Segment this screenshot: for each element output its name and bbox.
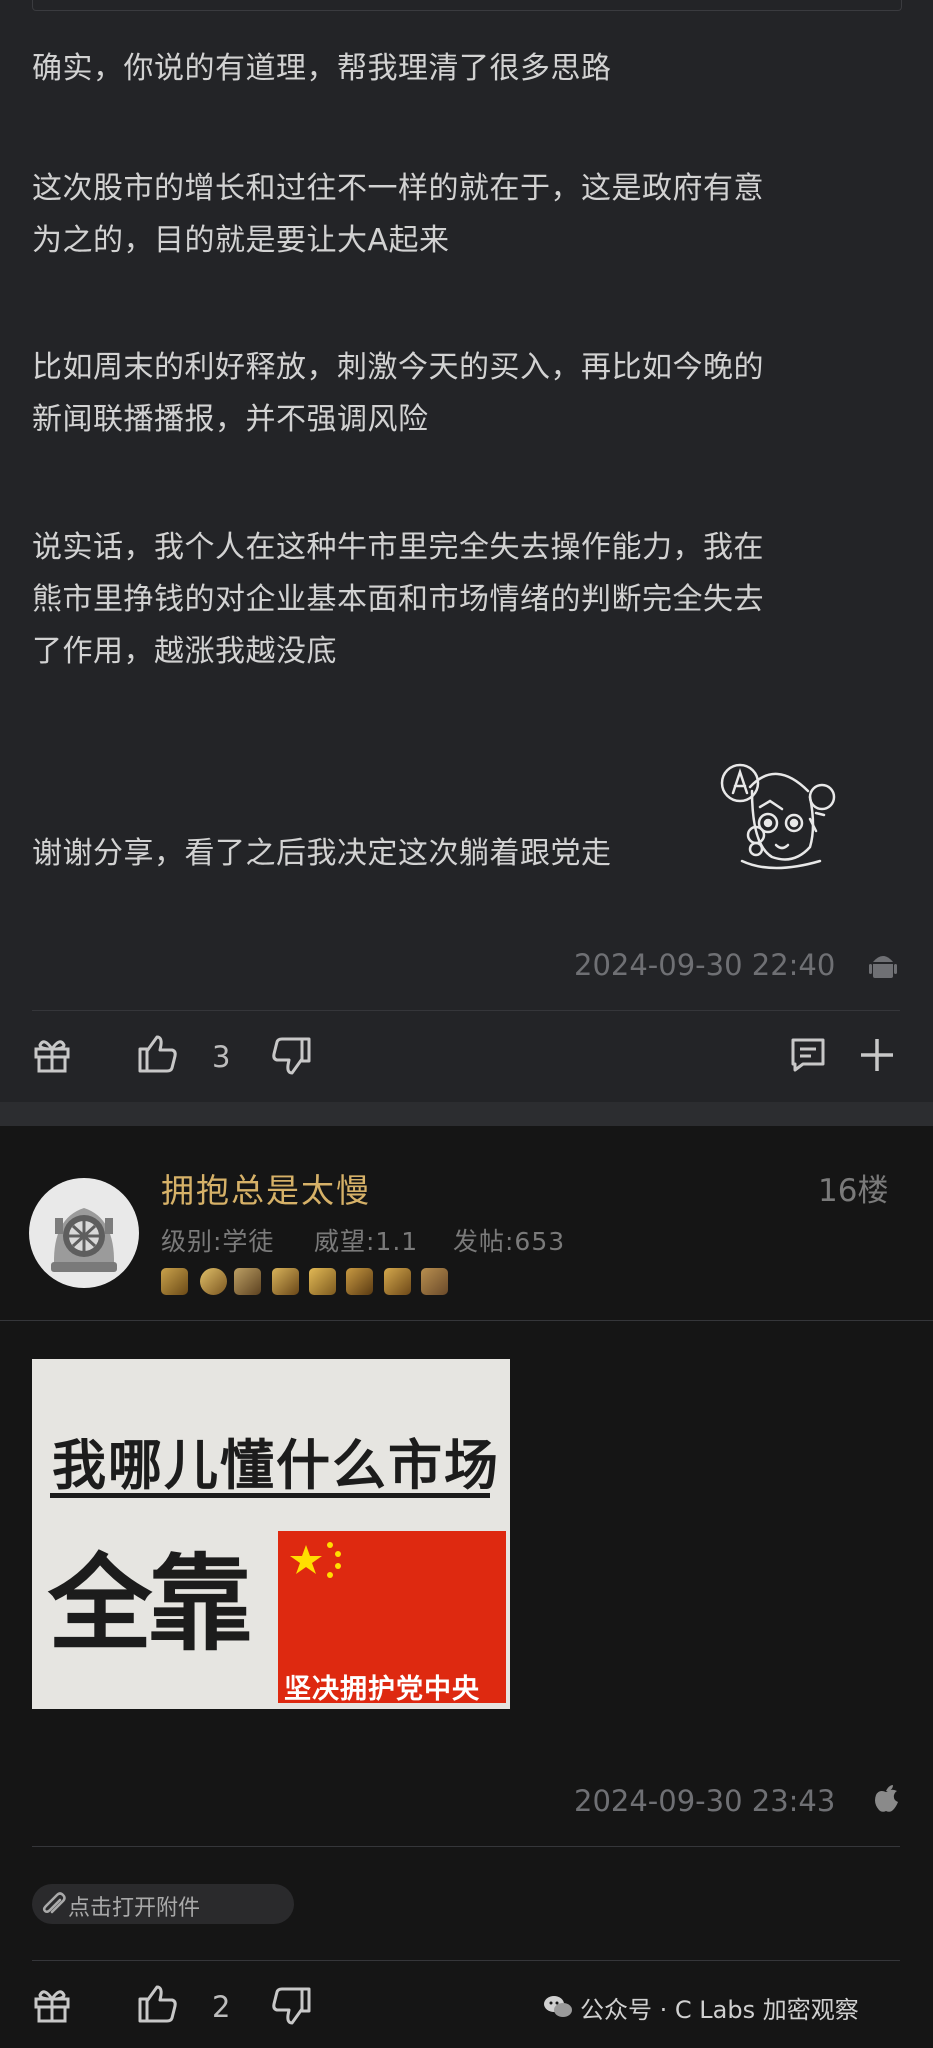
post-timestamp: 2024-09-30 22:40 — [574, 948, 836, 982]
user-badge-icon — [200, 1268, 227, 1295]
user-post-count: 发帖:653 — [453, 1227, 566, 1256]
user-badge-icon — [234, 1268, 261, 1295]
post-timestamp: 2024-09-30 23:43 — [574, 1784, 836, 1818]
user-badge-icon — [421, 1268, 448, 1295]
user-badge-icon — [384, 1268, 411, 1295]
post-paragraph-4: 说实话，我个人在这种牛市里完全失去操作能力，我在 熊市里挣钱的对企业基本面和市场… — [32, 522, 902, 678]
action-divider — [32, 1010, 900, 1011]
user-badge-icon — [346, 1268, 373, 1295]
user-badge-icon — [309, 1268, 336, 1295]
post-image[interactable]: 我哪儿懂什么市场 全靠 坚决拥护党中央 — [32, 1359, 510, 1709]
paperclip-icon — [42, 1892, 66, 1918]
image-text-line1: 我哪儿懂什么市场 — [52, 1434, 500, 1497]
diving-helmet-avatar[interactable] — [29, 1178, 139, 1288]
paragraph-line: 确实，你说的有道理，帮我理清了很多思路 — [32, 51, 612, 86]
post-paragraph-3: 比如周末的利好释放，刺激今天的买入，再比如今晚的 新闻联播播报，并不强调风险 — [32, 342, 902, 446]
anime-girl-sticker-icon — [712, 757, 840, 875]
thumbs-up-icon[interactable] — [137, 1983, 179, 2025]
username[interactable]: 拥抱总是太慢 — [161, 1164, 371, 1212]
paragraph-line: 比如周末的利好释放，刺激今天的买入，再比如今晚的 — [32, 350, 764, 385]
apple-icon — [873, 1783, 899, 1813]
user-prestige: 威望:1.1 — [314, 1227, 419, 1256]
like-count: 2 — [212, 1990, 231, 2024]
android-icon — [869, 952, 897, 982]
user-badge-icon — [161, 1268, 188, 1295]
gift-icon[interactable] — [32, 1035, 72, 1075]
floor-number: 16楼 — [818, 1173, 889, 1209]
post-paragraph-2: 这次股市的增长和过往不一样的就在于，这是政府有意 为之的，目的就是要让大A起来 — [32, 163, 902, 267]
header-divider — [0, 1320, 933, 1321]
gift-icon[interactable] — [32, 1985, 72, 2025]
paragraph-line: 这次股市的增长和过往不一样的就在于，这是政府有意 — [32, 171, 764, 206]
user-level: 级别:学徒 — [161, 1227, 275, 1256]
watermark: 公众号 · C Labs 加密观察 — [580, 1996, 859, 2024]
china-flag: 坚决拥护党中央 — [278, 1531, 506, 1705]
user-badge-icon — [272, 1268, 299, 1295]
image-text-line2: 全靠 — [48, 1543, 252, 1665]
thumbs-down-icon[interactable] — [270, 1985, 312, 2027]
reply-text: 谢谢分享，看了之后我决定这次躺着跟党走 — [32, 836, 612, 871]
plus-icon[interactable] — [859, 1037, 895, 1073]
paragraph-line: 了作用，越涨我越没底 — [32, 634, 337, 669]
post-paragraph-1: 确实，你说的有道理，帮我理清了很多思路 — [32, 43, 902, 95]
attachment-label: 点击打开附件 — [68, 1896, 201, 1921]
paragraph-line: 熊市里挣钱的对企业基本面和市场情绪的判断完全失去 — [32, 582, 764, 617]
wechat-icon — [543, 1994, 573, 2020]
quote-box-edge — [32, 0, 902, 11]
post-separator — [0, 1102, 933, 1126]
like-count: 3 — [212, 1040, 231, 1074]
image-underline — [50, 1493, 490, 1498]
action-divider — [32, 1960, 900, 1961]
thumbs-down-icon[interactable] — [270, 1035, 312, 1077]
paragraph-line: 为之的，目的就是要让大A起来 — [32, 223, 450, 258]
thumbs-up-icon[interactable] — [137, 1033, 179, 1075]
comment-icon[interactable] — [789, 1036, 827, 1074]
flag-caption: 坚决拥护党中央 — [284, 1674, 480, 1705]
paragraph-line: 说实话，我个人在这种牛市里完全失去操作能力，我在 — [32, 530, 764, 565]
paragraph-line: 新闻联播播报，并不强调风险 — [32, 402, 429, 437]
attachment-divider — [32, 1846, 900, 1847]
